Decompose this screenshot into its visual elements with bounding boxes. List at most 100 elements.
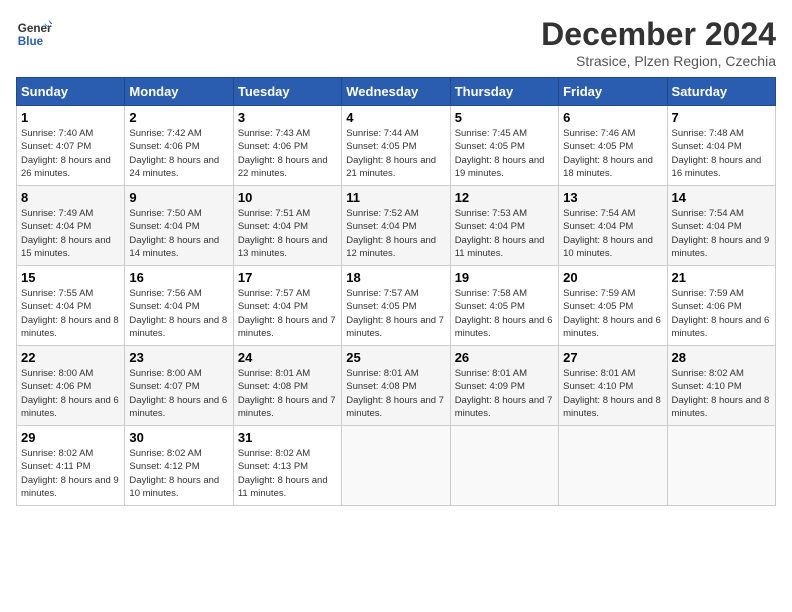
day-info: Sunrise: 8:02 AMSunset: 4:12 PMDaylight:…: [129, 447, 228, 500]
day-number: 16: [129, 270, 228, 285]
day-cell: 11Sunrise: 7:52 AMSunset: 4:04 PMDayligh…: [342, 186, 450, 266]
day-cell: 3 Sunrise: 7:43 AMSunset: 4:06 PMDaylight…: [233, 106, 341, 186]
day-number: 27: [563, 350, 662, 365]
day-cell: 10 Sunrise: 7:51 AMSunset: 4:04 PMDayligh…: [233, 186, 341, 266]
month-title: December 2024: [541, 16, 776, 53]
day-number: 22: [21, 350, 120, 365]
day-number: 17: [238, 270, 337, 285]
day-cell: 22 Sunrise: 8:00 AMSunset: 4:06 PMDayligh…: [17, 346, 125, 426]
column-header-friday: Friday: [559, 78, 667, 106]
calendar-table: SundayMondayTuesdayWednesdayThursdayFrid…: [16, 77, 776, 506]
day-cell: 26 Sunrise: 8:01 AMSunset: 4:09 PMDayligh…: [450, 346, 558, 426]
day-cell: 6 Sunrise: 7:46 AMSunset: 4:05 PMDaylight…: [559, 106, 667, 186]
day-number: 10: [238, 190, 337, 205]
day-info: Sunrise: 8:02 AMSunset: 4:10 PMDaylight:…: [672, 367, 771, 420]
column-header-sunday: Sunday: [17, 78, 125, 106]
day-cell: 8Sunrise: 7:49 AMSunset: 4:04 PMDaylight…: [17, 186, 125, 266]
day-cell: 7Sunrise: 7:48 AMSunset: 4:04 PMDaylight…: [667, 106, 775, 186]
calendar-body: 1Sunrise: 7:40 AMSunset: 4:07 PMDaylight…: [17, 106, 776, 506]
day-number: 14: [672, 190, 771, 205]
day-info: Sunrise: 8:01 AMSunset: 4:09 PMDaylight:…: [455, 367, 554, 420]
day-cell: 19 Sunrise: 7:58 AMSunset: 4:05 PMDayligh…: [450, 266, 558, 346]
day-info: Sunrise: 8:00 AMSunset: 4:06 PMDaylight:…: [21, 367, 120, 420]
day-number: 12: [455, 190, 554, 205]
day-number: 23: [129, 350, 228, 365]
day-number: 6: [563, 110, 662, 125]
day-number: 18: [346, 270, 445, 285]
day-cell: 5 Sunrise: 7:45 AMSunset: 4:05 PMDaylight…: [450, 106, 558, 186]
day-info: Sunrise: 7:55 AMSunset: 4:04 PMDaylight:…: [21, 287, 120, 340]
day-info: Sunrise: 7:57 AMSunset: 4:04 PMDaylight:…: [238, 287, 337, 340]
day-cell: [667, 426, 775, 506]
day-cell: 15 Sunrise: 7:55 AMSunset: 4:04 PMDayligh…: [17, 266, 125, 346]
day-number: 2: [129, 110, 228, 125]
day-info: Sunrise: 7:54 AMSunset: 4:04 PMDaylight:…: [672, 207, 771, 260]
day-number: 20: [563, 270, 662, 285]
week-row-1: 1Sunrise: 7:40 AMSunset: 4:07 PMDaylight…: [17, 106, 776, 186]
day-cell: 13 Sunrise: 7:54 AMSunset: 4:04 PMDayligh…: [559, 186, 667, 266]
column-header-wednesday: Wednesday: [342, 78, 450, 106]
day-info: Sunrise: 7:43 AMSunset: 4:06 PMDaylight:…: [238, 127, 337, 180]
day-info: Sunrise: 7:49 AMSunset: 4:04 PMDaylight:…: [21, 207, 120, 260]
day-number: 11: [346, 190, 445, 205]
day-cell: 9 Sunrise: 7:50 AMSunset: 4:04 PMDaylight…: [125, 186, 233, 266]
week-row-5: 29Sunrise: 8:02 AMSunset: 4:11 PMDayligh…: [17, 426, 776, 506]
day-cell: 25 Sunrise: 8:01 AMSunset: 4:08 PMDayligh…: [342, 346, 450, 426]
day-cell: 28 Sunrise: 8:02 AMSunset: 4:10 PMDayligh…: [667, 346, 775, 426]
day-number: 7: [672, 110, 771, 125]
day-info: Sunrise: 8:02 AMSunset: 4:13 PMDaylight:…: [238, 447, 337, 500]
day-cell: 18 Sunrise: 7:57 AMSunset: 4:05 PMDayligh…: [342, 266, 450, 346]
day-number: 5: [455, 110, 554, 125]
day-number: 4: [346, 110, 445, 125]
day-number: 25: [346, 350, 445, 365]
column-header-monday: Monday: [125, 78, 233, 106]
day-cell: 24Sunrise: 8:01 AMSunset: 4:08 PMDayligh…: [233, 346, 341, 426]
day-info: Sunrise: 7:59 AMSunset: 4:06 PMDaylight:…: [672, 287, 771, 340]
day-cell: 12 Sunrise: 7:53 AMSunset: 4:04 PMDayligh…: [450, 186, 558, 266]
day-cell: 16Sunrise: 7:56 AMSunset: 4:04 PMDayligh…: [125, 266, 233, 346]
day-cell: [450, 426, 558, 506]
day-cell: 29Sunrise: 8:02 AMSunset: 4:11 PMDayligh…: [17, 426, 125, 506]
day-number: 29: [21, 430, 120, 445]
day-info: Sunrise: 7:58 AMSunset: 4:05 PMDaylight:…: [455, 287, 554, 340]
day-info: Sunrise: 7:53 AMSunset: 4:04 PMDaylight:…: [455, 207, 554, 260]
day-number: 3: [238, 110, 337, 125]
day-cell: [342, 426, 450, 506]
day-number: 9: [129, 190, 228, 205]
day-info: Sunrise: 7:51 AMSunset: 4:04 PMDaylight:…: [238, 207, 337, 260]
day-number: 26: [455, 350, 554, 365]
day-cell: 31 Sunrise: 8:02 AMSunset: 4:13 PMDayligh…: [233, 426, 341, 506]
day-info: Sunrise: 8:01 AMSunset: 4:08 PMDaylight:…: [346, 367, 445, 420]
column-header-tuesday: Tuesday: [233, 78, 341, 106]
day-cell: 4Sunrise: 7:44 AMSunset: 4:05 PMDaylight…: [342, 106, 450, 186]
day-info: Sunrise: 7:50 AMSunset: 4:04 PMDaylight:…: [129, 207, 228, 260]
day-info: Sunrise: 7:46 AMSunset: 4:05 PMDaylight:…: [563, 127, 662, 180]
svg-text:General: General: [18, 22, 52, 35]
day-info: Sunrise: 7:45 AMSunset: 4:05 PMDaylight:…: [455, 127, 554, 180]
day-number: 31: [238, 430, 337, 445]
day-info: Sunrise: 8:00 AMSunset: 4:07 PMDaylight:…: [129, 367, 228, 420]
day-cell: 1Sunrise: 7:40 AMSunset: 4:07 PMDaylight…: [17, 106, 125, 186]
logo: General Blue: [16, 16, 52, 52]
week-row-4: 22 Sunrise: 8:00 AMSunset: 4:06 PMDayligh…: [17, 346, 776, 426]
day-cell: [559, 426, 667, 506]
day-info: Sunrise: 7:42 AMSunset: 4:06 PMDaylight:…: [129, 127, 228, 180]
day-number: 13: [563, 190, 662, 205]
day-info: Sunrise: 7:54 AMSunset: 4:04 PMDaylight:…: [563, 207, 662, 260]
day-number: 15: [21, 270, 120, 285]
calendar-header: SundayMondayTuesdayWednesdayThursdayFrid…: [17, 78, 776, 106]
day-info: Sunrise: 8:01 AMSunset: 4:08 PMDaylight:…: [238, 367, 337, 420]
column-header-saturday: Saturday: [667, 78, 775, 106]
day-number: 1: [21, 110, 120, 125]
day-number: 19: [455, 270, 554, 285]
day-cell: 23 Sunrise: 8:00 AMSunset: 4:07 PMDayligh…: [125, 346, 233, 426]
page-header: General Blue December 2024 Strasice, Plz…: [16, 16, 776, 69]
svg-text:Blue: Blue: [18, 35, 44, 48]
column-header-thursday: Thursday: [450, 78, 558, 106]
week-row-3: 15 Sunrise: 7:55 AMSunset: 4:04 PMDayligh…: [17, 266, 776, 346]
day-info: Sunrise: 7:57 AMSunset: 4:05 PMDaylight:…: [346, 287, 445, 340]
day-number: 21: [672, 270, 771, 285]
day-number: 28: [672, 350, 771, 365]
location-subtitle: Strasice, Plzen Region, Czechia: [541, 53, 776, 69]
day-cell: 14 Sunrise: 7:54 AMSunset: 4:04 PMDayligh…: [667, 186, 775, 266]
